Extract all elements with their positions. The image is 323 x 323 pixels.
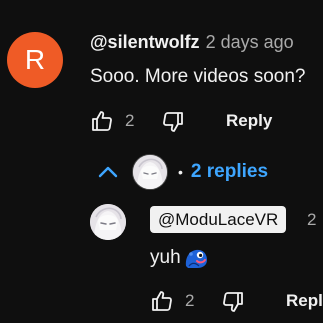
reply-like-button[interactable] [150, 289, 174, 313]
reply-like-count: 2 [185, 291, 195, 310]
reply-dislike-button[interactable] [221, 290, 245, 314]
like-count: 2 [125, 111, 135, 130]
comment-header: @silentwolfz 2 days ago [90, 31, 294, 53]
like-button[interactable] [90, 109, 114, 133]
reply-button[interactable]: Reply [226, 111, 272, 131]
reply-timestamp[interactable]: 2 [307, 210, 316, 230]
dislike-button[interactable] [161, 110, 185, 134]
replies-count-label: 2 replies [190, 161, 269, 182]
commenter-avatar[interactable]: R [7, 32, 63, 88]
replies-toggle[interactable]: • 2 replies [96, 152, 268, 192]
reply-author-avatar[interactable] [90, 204, 126, 240]
comment-username[interactable]: @silentwolfz [90, 32, 200, 52]
thumbs-up-icon [92, 111, 112, 131]
reply-text: yuh [150, 245, 209, 271]
thumbs-down-icon [163, 112, 183, 132]
thumbs-up-icon [152, 291, 172, 311]
comment-text: Sooo. More videos soon? [90, 66, 306, 87]
reply-reply-button[interactable]: Reply [286, 291, 323, 311]
separator-dot: • [178, 164, 183, 180]
comment-timestamp[interactable]: 2 days ago [206, 32, 294, 52]
reply-author-mini-avatar [132, 154, 168, 190]
blue-creature-emoji-icon [185, 249, 207, 268]
reply-username-chip[interactable]: @ModuLaceVR [150, 206, 287, 233]
reply-text-content: yuh [150, 247, 181, 268]
chevron-up-icon [98, 166, 118, 178]
thumbs-down-icon [223, 292, 243, 312]
